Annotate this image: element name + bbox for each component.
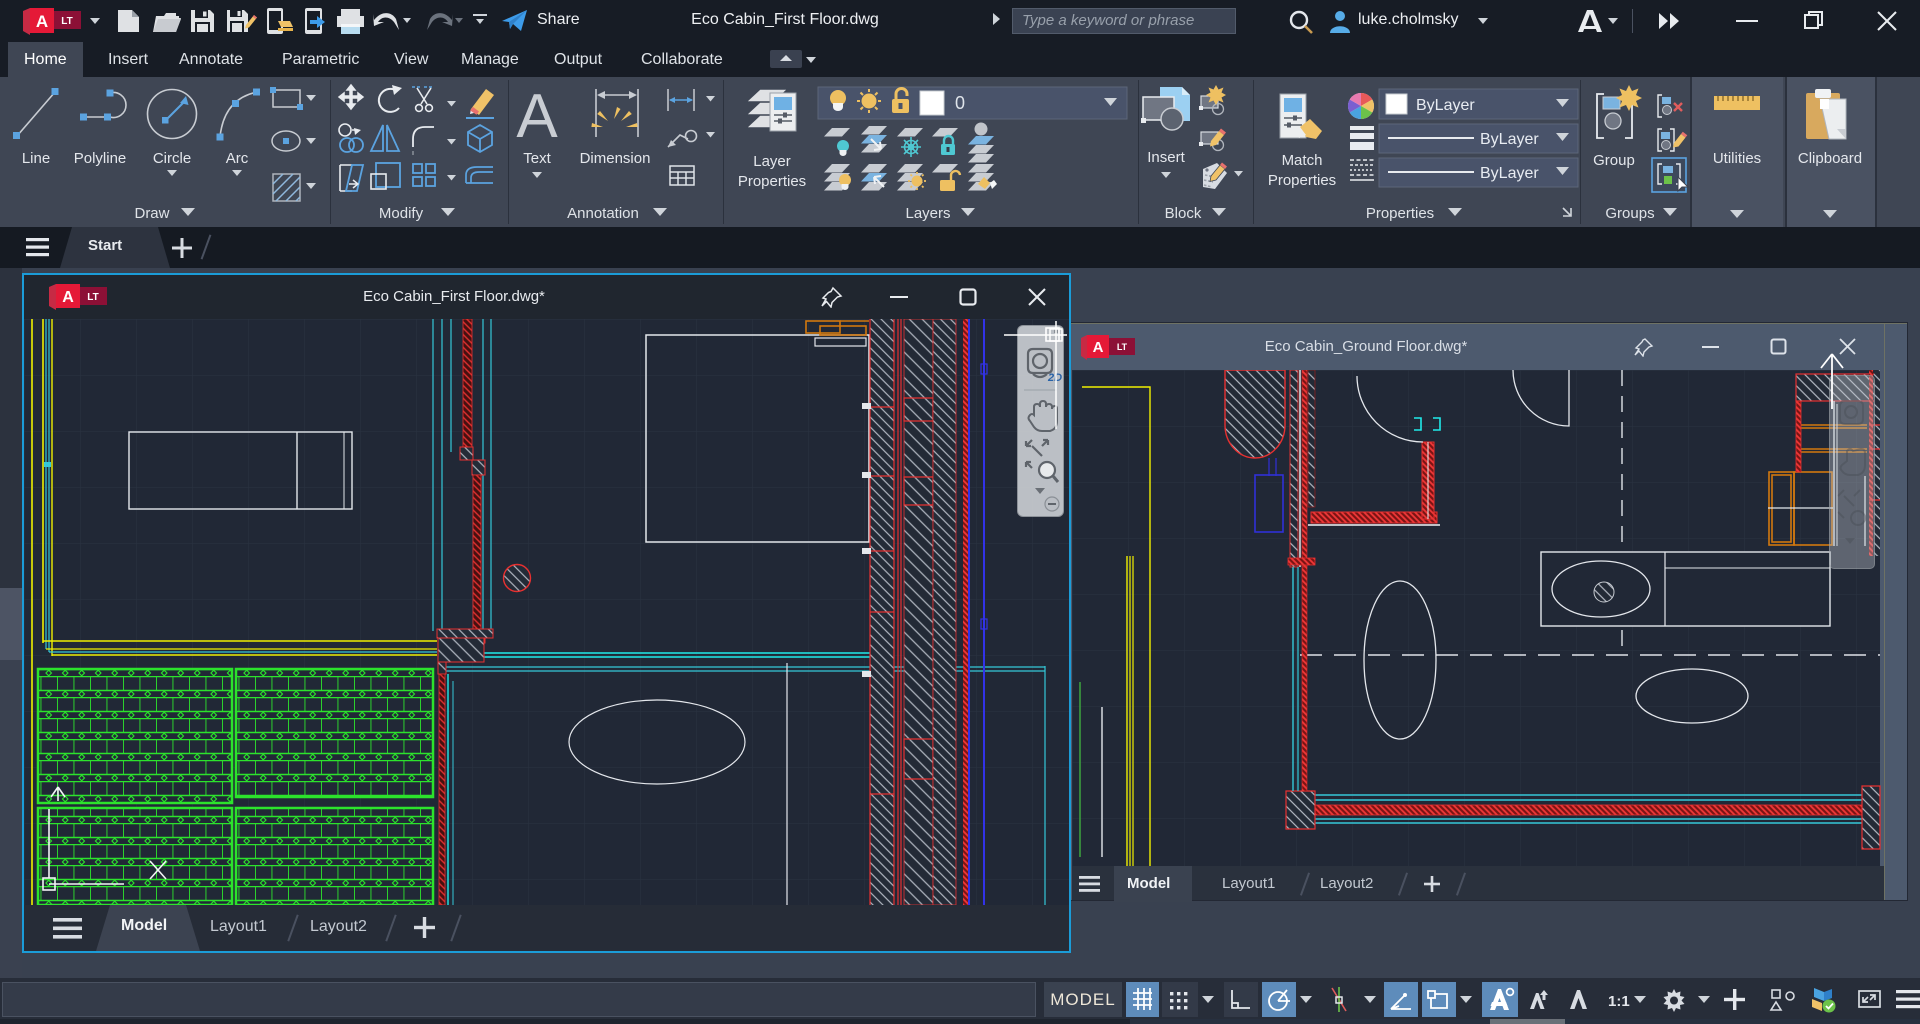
svg-text:Group: Group	[1593, 152, 1635, 169]
svg-text:Text: Text	[523, 150, 551, 167]
svg-text:Dimension: Dimension	[580, 150, 651, 167]
svg-text:0: 0	[955, 93, 965, 113]
svg-text:Line: Line	[22, 150, 50, 167]
svg-text:2D: 2D	[1047, 372, 1062, 384]
svg-text:ByLayer: ByLayer	[1480, 165, 1539, 182]
svg-text:Groups: Groups	[1605, 205, 1654, 222]
svg-text:Block: Block	[1165, 205, 1202, 222]
svg-text:Modify: Modify	[379, 205, 424, 222]
svg-text:ByLayer: ByLayer	[1416, 97, 1475, 114]
svg-text:1:1: 1:1	[1608, 993, 1630, 1010]
svg-text:Properties: Properties	[1268, 172, 1336, 189]
svg-text:Clipboard: Clipboard	[1798, 150, 1862, 167]
svg-text:Insert: Insert	[1147, 149, 1185, 166]
svg-text:A: A	[516, 82, 558, 151]
svg-text:Utilities: Utilities	[1713, 150, 1761, 167]
svg-text:Arc: Arc	[226, 150, 249, 167]
svg-text:Layers: Layers	[905, 205, 950, 222]
svg-text:Draw: Draw	[134, 205, 169, 222]
svg-text:Properties: Properties	[1366, 205, 1434, 222]
svg-text:Circle: Circle	[153, 150, 191, 167]
svg-text:Layer: Layer	[753, 153, 791, 170]
svg-text:Match: Match	[1282, 152, 1323, 169]
svg-text:Annotation: Annotation	[567, 205, 639, 222]
svg-text:Properties: Properties	[738, 173, 806, 190]
svg-text:ByLayer: ByLayer	[1480, 131, 1539, 148]
svg-text:Polyline: Polyline	[74, 150, 127, 167]
